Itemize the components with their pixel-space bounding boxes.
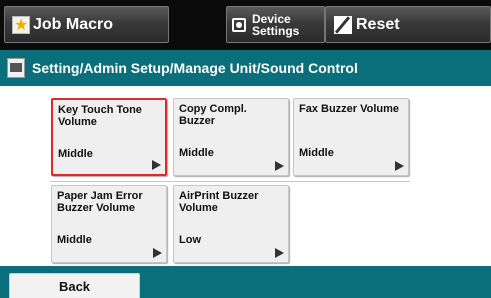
job-macro-label: Job Macro — [33, 15, 114, 33]
tile-paper-jam-error-buzzer-volume[interactable]: Paper Jam Error Buzzer Volume Middle — [51, 185, 167, 263]
reset-button[interactable]: Reset — [325, 6, 491, 43]
settings-grid: Key Touch Tone Volume Middle Copy Compl.… — [0, 86, 491, 266]
tile-title: Key Touch Tone Volume — [58, 104, 142, 128]
breadcrumb: Setting/Admin Setup/Manage Unit/Sound Co… — [32, 60, 358, 76]
tile-value: Low — [179, 234, 201, 246]
arrow-right-icon — [152, 160, 161, 170]
reset-label: Reset — [356, 15, 400, 33]
page-header: Setting/Admin Setup/Manage Unit/Sound Co… — [0, 50, 491, 86]
device-settings-label-line1: Device — [252, 11, 291, 26]
top-bar: Job Macro Device Settings Reset — [0, 0, 491, 50]
arrow-right-icon — [395, 161, 404, 171]
tile-fax-buzzer-volume[interactable]: Fax Buzzer Volume Middle — [293, 98, 409, 176]
bottom-bar: Back — [0, 266, 491, 298]
device-settings-label: Device Settings — [252, 13, 299, 37]
tile-value: Middle — [57, 234, 92, 246]
tile-title: Fax Buzzer Volume — [299, 103, 400, 115]
tile-copy-compl-buzzer[interactable]: Copy Compl. Buzzer Middle — [173, 98, 289, 176]
tile-key-touch-tone-volume[interactable]: Key Touch Tone Volume Middle — [51, 98, 167, 176]
job-macro-button[interactable]: Job Macro — [4, 6, 169, 43]
tile-title: AirPrint Buzzer Volume — [179, 190, 259, 214]
tile-value: Middle — [179, 147, 214, 159]
arrow-right-icon — [275, 248, 284, 258]
tile-value: Middle — [299, 147, 334, 159]
tile-airprint-buzzer-volume[interactable]: AirPrint Buzzer Volume Low — [173, 185, 289, 263]
back-button[interactable]: Back — [9, 273, 140, 298]
tile-title: Copy Compl. Buzzer — [179, 103, 247, 127]
device-settings-button[interactable]: Device Settings — [226, 6, 325, 43]
device-settings-icon — [232, 17, 246, 32]
arrow-right-icon — [153, 248, 162, 258]
tile-title: Paper Jam Error Buzzer Volume — [57, 190, 143, 214]
reset-icon — [334, 15, 352, 34]
back-label: Back — [58, 278, 91, 294]
arrow-right-icon — [275, 161, 284, 171]
star-icon — [12, 15, 30, 35]
divider — [50, 181, 410, 182]
tile-value: Middle — [58, 148, 93, 160]
settings-page-icon — [7, 58, 25, 78]
device-settings-label-line2: Settings — [252, 23, 300, 38]
